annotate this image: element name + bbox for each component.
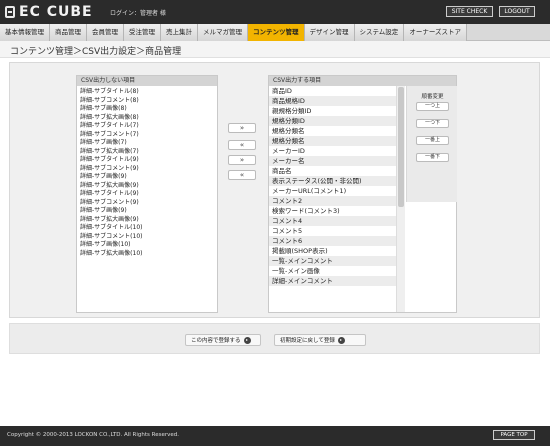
excluded-column-item[interactable]: 詳細-サブコメント(7): [80, 131, 217, 140]
excluded-column-item[interactable]: 詳細-サブコメント(9): [80, 165, 217, 174]
excluded-column-item[interactable]: 詳細-サブ拡大画像(7): [80, 148, 217, 157]
register-button[interactable]: この内容で登録する: [185, 334, 261, 346]
included-columns-scrollbar[interactable]: [397, 86, 405, 312]
header-bar: EC CUBE ログイン：管理者 様 SITE CHECK LOGOUT: [0, 0, 550, 24]
excluded-column-item[interactable]: 詳細-サブタイトル(7): [80, 122, 217, 131]
excluded-column-item[interactable]: 詳細-サブ拡大画像(10): [80, 250, 217, 259]
nav-item-sales[interactable]: 売上集計: [161, 24, 198, 41]
included-column-item[interactable]: メーカー名: [269, 156, 396, 166]
included-column-item[interactable]: コメント6: [269, 236, 396, 246]
excluded-column-item[interactable]: 詳細-サブタイトル(9): [80, 190, 217, 199]
move-left-button-2[interactable]: «: [228, 170, 256, 180]
included-columns-box: CSV出力する項目 商品ID 商品規格ID 親規格分類ID 規格分類ID 規格分類名 規格…: [268, 75, 457, 313]
register-button-label: この内容で登録する: [191, 338, 241, 344]
arrow-right-icon: [243, 336, 251, 344]
logo-text: EC CUBE: [19, 4, 93, 20]
reset-default-button[interactable]: 初期設定に戻して登録: [274, 334, 366, 346]
included-column-item[interactable]: メーカーID: [269, 146, 396, 156]
included-column-item[interactable]: 一覧-メインコメント: [269, 256, 396, 266]
nav-item-contents[interactable]: コンテンツ管理: [248, 24, 305, 41]
included-column-item[interactable]: 親規格分類ID: [269, 106, 396, 116]
scrollbar-thumb[interactable]: [398, 87, 404, 207]
included-column-item[interactable]: コメント5: [269, 226, 396, 236]
csv-settings-panel: CSV出力しない項目 詳細-サブタイトル(8) 詳細-サブコメント(8) 詳細-サブ…: [9, 62, 540, 318]
move-top-button[interactable]: 一番上: [416, 136, 449, 145]
excluded-column-item[interactable]: 詳細-サブタイトル(10): [80, 224, 217, 233]
nav-item-system[interactable]: システム設定: [354, 24, 405, 41]
excluded-column-item[interactable]: 詳細-サブタイトル(8): [80, 88, 217, 97]
ec-cube-logo-icon: [5, 6, 15, 18]
page-title-bar: コンテンツ管理＞CSV出力設定＞商品管理: [0, 41, 550, 58]
excluded-column-item[interactable]: 詳細-サブ拡大画像(9): [80, 182, 217, 191]
footer-bar: Copyright © 2000-2013 LOCKON CO.,LTD. Al…: [0, 426, 550, 446]
excluded-column-item[interactable]: 詳細-サブコメント(8): [80, 97, 217, 106]
nav-item-customers[interactable]: 会員管理: [87, 24, 124, 41]
excluded-column-item[interactable]: 詳細-サブ画像(9): [80, 207, 217, 216]
excluded-columns-heading: CSV出力しない項目: [77, 76, 217, 86]
excluded-column-item[interactable]: 詳細-サブ画像(10): [80, 241, 217, 250]
excluded-column-item[interactable]: 詳細-サブコメント(10): [80, 233, 217, 242]
page-title: コンテンツ管理＞CSV出力設定＞商品管理: [10, 47, 182, 57]
excluded-columns-box: CSV出力しない項目 詳細-サブタイトル(8) 詳細-サブコメント(8) 詳細-サブ…: [76, 75, 218, 313]
included-column-item[interactable]: 表示ステータス(公開・非公開): [269, 176, 396, 186]
logout-button[interactable]: LOGOUT: [499, 6, 535, 17]
nav-item-basic-info[interactable]: 基本情報管理: [0, 24, 50, 41]
included-column-item[interactable]: 規格分類名: [269, 126, 396, 136]
site-check-button[interactable]: SITE CHECK: [446, 6, 493, 17]
order-panel: 順番変更 一つ上 一つ下 一番上 一番下: [406, 86, 457, 202]
main-nav: 基本情報管理 商品管理 会員管理 受注管理 売上集計 メルマガ管理 コンテンツ管…: [0, 24, 550, 41]
included-columns-heading: CSV出力する項目: [269, 76, 456, 86]
move-down-button[interactable]: 一つ下: [416, 119, 449, 128]
logo[interactable]: EC CUBE: [5, 4, 93, 20]
move-right-button-1[interactable]: »: [228, 123, 256, 133]
included-column-item[interactable]: 商品名: [269, 166, 396, 176]
nav-item-products[interactable]: 商品管理: [50, 24, 87, 41]
included-columns-list[interactable]: 商品ID 商品規格ID 親規格分類ID 規格分類ID 規格分類名 規格分類名 メーカーID メ…: [269, 86, 397, 312]
login-info: ログイン：管理者 様: [110, 10, 166, 17]
excluded-column-item[interactable]: 詳細-サブ拡大画像(8): [80, 114, 217, 123]
nav-item-owners-store[interactable]: オーナーズストア: [404, 24, 467, 41]
included-column-item[interactable]: コメント2: [269, 196, 396, 206]
included-column-item[interactable]: 検索ワード(コメント3): [269, 206, 396, 216]
included-column-item[interactable]: 掲載順(SHOP表示): [269, 246, 396, 256]
move-left-button-1[interactable]: «: [228, 140, 256, 150]
move-up-button[interactable]: 一つ上: [416, 102, 449, 111]
included-column-item[interactable]: メーカーURL(コメント1): [269, 186, 396, 196]
included-column-item[interactable]: 商品規格ID: [269, 96, 396, 106]
excluded-columns-list[interactable]: 詳細-サブタイトル(8) 詳細-サブコメント(8) 詳細-サブ画像(8) 詳細-サブ拡…: [77, 86, 217, 312]
order-panel-title: 順番変更: [421, 94, 444, 100]
excluded-column-item[interactable]: 詳細-サブコメント(9): [80, 199, 217, 208]
nav-item-design[interactable]: デザイン管理: [304, 24, 355, 41]
excluded-column-item[interactable]: 詳細-サブ画像(7): [80, 139, 217, 148]
nav-item-orders[interactable]: 受注管理: [124, 24, 161, 41]
included-column-item[interactable]: 一覧-メイン画像: [269, 266, 396, 276]
reset-default-button-label: 初期設定に戻して登録: [280, 338, 335, 344]
move-bottom-button[interactable]: 一番下: [416, 153, 449, 162]
included-column-item[interactable]: 規格分類ID: [269, 116, 396, 126]
excluded-column-item[interactable]: 詳細-サブタイトル(9): [80, 156, 217, 165]
page-top-button[interactable]: PAGE TOP: [493, 430, 535, 440]
copyright-text: Copyright © 2000-2013 LOCKON CO.,LTD. Al…: [7, 432, 179, 438]
included-column-item[interactable]: 規格分類名: [269, 136, 396, 146]
action-bar: この内容で登録する 初期設定に戻して登録: [9, 323, 540, 354]
arrow-right-icon: [337, 336, 345, 344]
included-column-item[interactable]: 詳細-メインコメント: [269, 276, 396, 286]
excluded-column-item[interactable]: 詳細-サブ拡大画像(9): [80, 216, 217, 225]
included-column-item[interactable]: コメント4: [269, 216, 396, 226]
included-column-item[interactable]: 商品ID: [269, 86, 396, 96]
nav-item-mailmag[interactable]: メルマガ管理: [198, 24, 248, 41]
excluded-column-item[interactable]: 詳細-サブ画像(8): [80, 105, 217, 114]
move-right-button-2[interactable]: »: [228, 155, 256, 165]
excluded-column-item[interactable]: 詳細-サブ画像(9): [80, 173, 217, 182]
